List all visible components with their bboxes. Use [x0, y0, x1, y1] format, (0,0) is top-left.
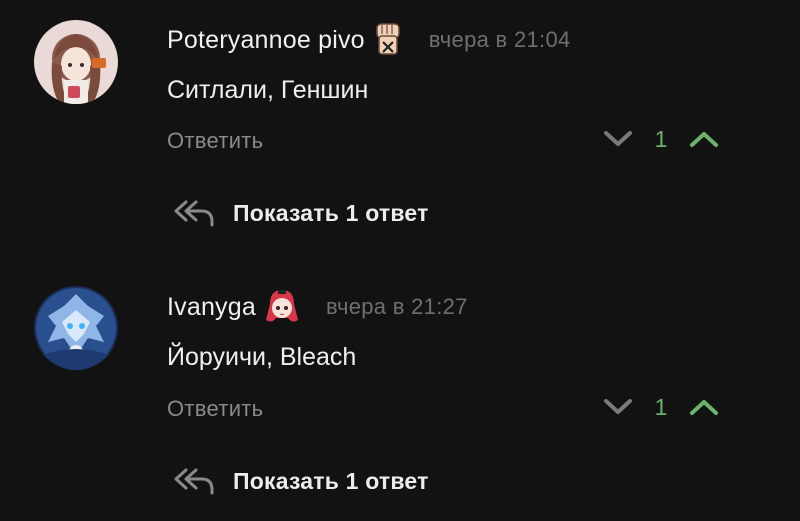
show-replies-label: Показать 1 ответ — [233, 199, 429, 226]
comment-text: Ситлали, Геншин — [167, 76, 369, 104]
author-name[interactable]: Ivanyga — [167, 293, 256, 322]
reply-all-icon — [174, 468, 214, 495]
downvote-button[interactable] — [600, 392, 636, 422]
chevron-up-icon — [690, 132, 718, 147]
vote-count: 1 — [654, 393, 668, 420]
reply-button[interactable]: Ответить — [167, 128, 263, 154]
vote-controls: 1 — [600, 392, 722, 422]
anime-girl-avatar-icon — [34, 20, 118, 104]
comment-time: вчера в 21:27 — [325, 294, 468, 319]
blue-dragon-avatar-icon — [34, 286, 118, 370]
vote-count: 1 — [654, 125, 668, 152]
red-hair-girl-emoji-icon — [262, 288, 302, 326]
chevron-up-icon — [690, 400, 718, 415]
show-replies-button[interactable]: Показать 1 ответ — [172, 198, 429, 228]
comment-header: Poteryannoe pivo вчера в 21:04 — [167, 22, 571, 58]
show-replies-label: Показать 1 ответ — [233, 467, 429, 494]
raised-fist-emoji-icon — [371, 22, 405, 58]
upvote-button[interactable] — [686, 124, 722, 154]
reply-button[interactable]: Ответить — [167, 396, 263, 422]
downvote-button[interactable] — [600, 124, 636, 154]
comment-text: Йоруичи, Bleach — [167, 343, 357, 371]
chevron-down-icon — [604, 399, 632, 414]
chevron-down-icon — [604, 131, 632, 146]
show-replies-button[interactable]: Показать 1 ответ — [172, 466, 429, 496]
vote-controls: 1 — [600, 124, 722, 154]
author-name[interactable]: Poteryannoe pivo — [167, 26, 365, 55]
reply-all-icon — [174, 200, 214, 227]
avatar-ivanyga[interactable] — [34, 286, 118, 370]
comment-header: Ivanyga вчера в 21:27 — [167, 288, 468, 326]
comment-time: вчера в 21:04 — [428, 27, 571, 52]
upvote-button[interactable] — [686, 392, 722, 422]
avatar-poteryannoe-pivo[interactable] — [34, 20, 118, 104]
